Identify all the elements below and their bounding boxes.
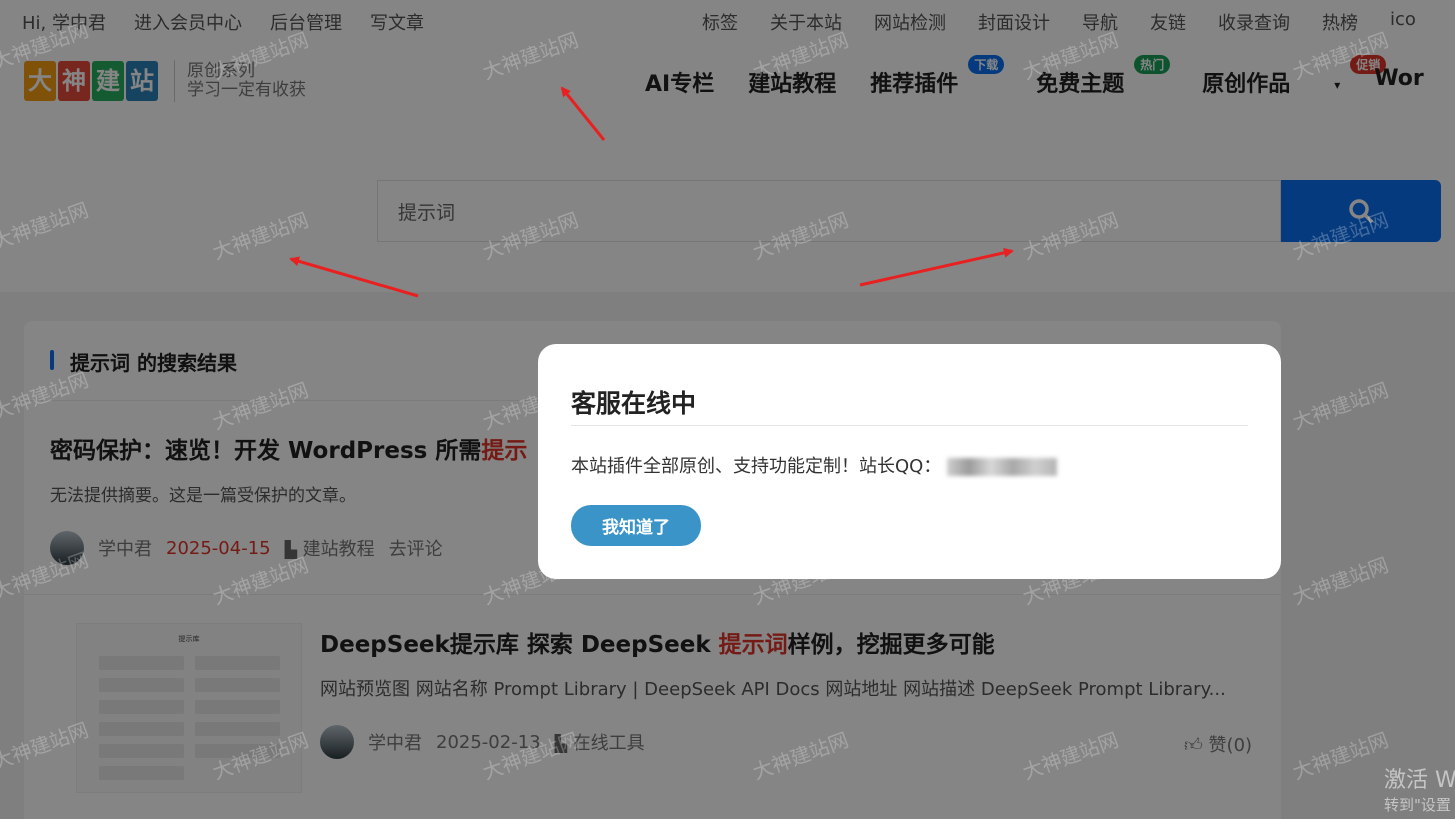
modal-title: 客服在线中 [571, 389, 697, 418]
blurred-qq-number [947, 458, 1058, 476]
acknowledge-button[interactable]: 我知道了 [571, 505, 701, 546]
activate-line-1: 激活 W [1384, 768, 1455, 793]
activate-line-2: 转到"设置 [1384, 796, 1451, 814]
modal-message: 本站插件全部原创、支持功能定制！站长QQ： [571, 452, 1058, 478]
activate-windows-watermark: 激活 W 转到"设置 [1384, 762, 1455, 815]
modal-divider [571, 425, 1248, 426]
modal-message-text: 本站插件全部原创、支持功能定制！站长QQ： [571, 456, 942, 477]
customer-service-modal: 客服在线中 本站插件全部原创、支持功能定制！站长QQ： 我知道了 [538, 344, 1281, 579]
